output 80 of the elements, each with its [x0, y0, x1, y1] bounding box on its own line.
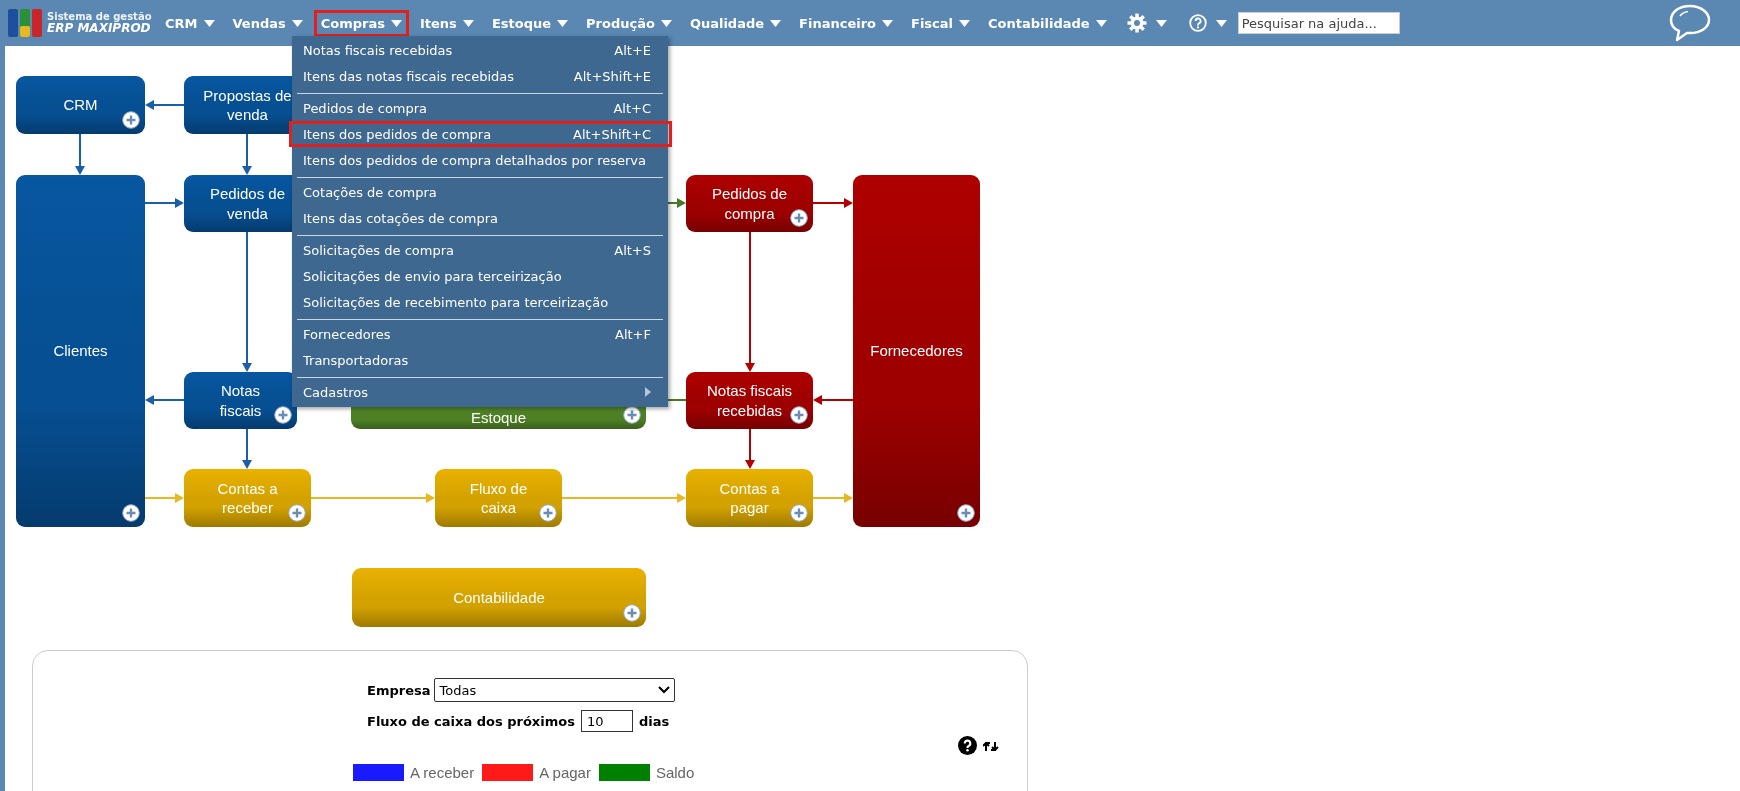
diagram-node[interactable]: Notas fiscais	[184, 372, 297, 429]
help-icon[interactable]	[958, 736, 977, 755]
caret-icon	[959, 19, 971, 27]
menu-item[interactable]: Notas fiscais recebidas Alt+E	[294, 37, 666, 63]
nav-menu-item[interactable]: Contabilidade	[981, 9, 1114, 37]
arrow	[144, 493, 184, 503]
caret-icon	[462, 19, 474, 27]
caret-icon	[203, 19, 215, 27]
nav-menu-item[interactable]: Estoque	[484, 9, 576, 37]
legend-label: A receber	[410, 764, 475, 781]
menu-item[interactable]: Solicitações de recebimento para terceirização	[294, 289, 666, 315]
gear-icon	[1126, 13, 1147, 33]
menu-item[interactable]: Solicitações de envio para terceirização	[294, 263, 666, 289]
caret-icon	[1215, 19, 1227, 27]
caret-icon	[557, 19, 569, 27]
arrow	[75, 133, 85, 175]
menu-item[interactable]: Itens dos pedidos de compra detalhados por reserva	[294, 147, 666, 173]
chevron-icon	[658, 686, 671, 694]
arrow	[812, 493, 853, 503]
menu-item[interactable]: Transportadoras	[294, 347, 666, 373]
legend-label: Saldo	[655, 764, 695, 781]
node-label: Contabilidade	[453, 587, 545, 608]
arrow	[812, 198, 853, 208]
arrow	[242, 428, 252, 469]
nav-menu-item[interactable]: Produção	[579, 9, 679, 37]
arrow	[145, 100, 185, 110]
nav-menu-item[interactable]: CRM	[158, 9, 222, 37]
caret-icon	[882, 19, 894, 27]
add-icon[interactable]	[274, 406, 292, 424]
diagram-node[interactable]: Notas fiscais recebidas	[686, 372, 813, 429]
add-icon[interactable]	[957, 504, 975, 522]
unit-label: dias	[638, 713, 670, 729]
nav-menu-item[interactable]: Fiscal	[904, 9, 978, 37]
field-label: Fluxo de caixa dos próximos	[367, 713, 575, 729]
logo-icon	[8, 8, 42, 38]
node-label: CRM	[63, 95, 98, 115]
node-label: Contas a pagar	[719, 478, 780, 518]
nav-menu-item[interactable]: Itens	[413, 9, 481, 37]
node-label: Fluxo de caixa	[469, 478, 528, 518]
node-label: Estoque	[470, 408, 526, 428]
arrow	[242, 133, 252, 175]
caret-icon	[391, 19, 402, 27]
add-icon[interactable]	[790, 209, 808, 227]
add-icon[interactable]	[790, 406, 808, 424]
node-label: Pedidos de venda	[209, 184, 286, 223]
search-field[interactable]: Pesquisar na ajuda...	[1237, 12, 1400, 34]
node-label: Clientes	[53, 341, 108, 361]
menu-item[interactable]: Itens dos pedidos de compra Alt+Shift+C	[289, 121, 672, 147]
days-field[interactable]: 10	[580, 710, 633, 732]
field-label: Empresa	[367, 682, 431, 698]
arrow	[144, 198, 184, 208]
node-label: Contas a receber	[217, 478, 278, 518]
node-label: Fornecedores	[870, 341, 963, 361]
node-label: Notas fiscais recebidas	[707, 381, 792, 420]
submenu-arrow-icon	[645, 387, 651, 397]
chat-icon[interactable]	[1668, 3, 1712, 43]
logo-subtitle: Sistema de gestão	[47, 10, 152, 22]
diagram-node[interactable]: Clientes	[16, 175, 145, 527]
arrow	[145, 395, 185, 405]
nav-menu-item[interactable]: Qualidade	[682, 9, 789, 37]
node-label: Pedidos de compra	[711, 184, 788, 223]
diagram-node[interactable]: CRM	[16, 76, 145, 134]
legend-label: A pagar	[539, 764, 591, 781]
company-dropdown[interactable]: Todas	[434, 678, 676, 702]
add-icon[interactable]	[122, 504, 140, 522]
caret-icon	[291, 19, 303, 27]
add-icon[interactable]	[122, 111, 140, 129]
arrow	[813, 395, 854, 405]
diagram-node[interactable]: Pedidos de compra	[686, 175, 813, 232]
node-label: Notas fiscais	[219, 381, 262, 420]
diagram-node[interactable]: Fornecedores	[853, 175, 980, 527]
arrow	[745, 428, 755, 469]
caret-icon	[1095, 19, 1107, 27]
node-label: Propostas de venda	[203, 85, 292, 125]
caret-icon	[770, 19, 782, 27]
nav-menu-item[interactable]: Financeiro	[792, 9, 901, 37]
help-icon	[1188, 14, 1207, 32]
nav-menu-item[interactable]: Vendas	[225, 9, 310, 37]
caret-icon	[1155, 19, 1167, 27]
caret-icon	[660, 19, 672, 27]
